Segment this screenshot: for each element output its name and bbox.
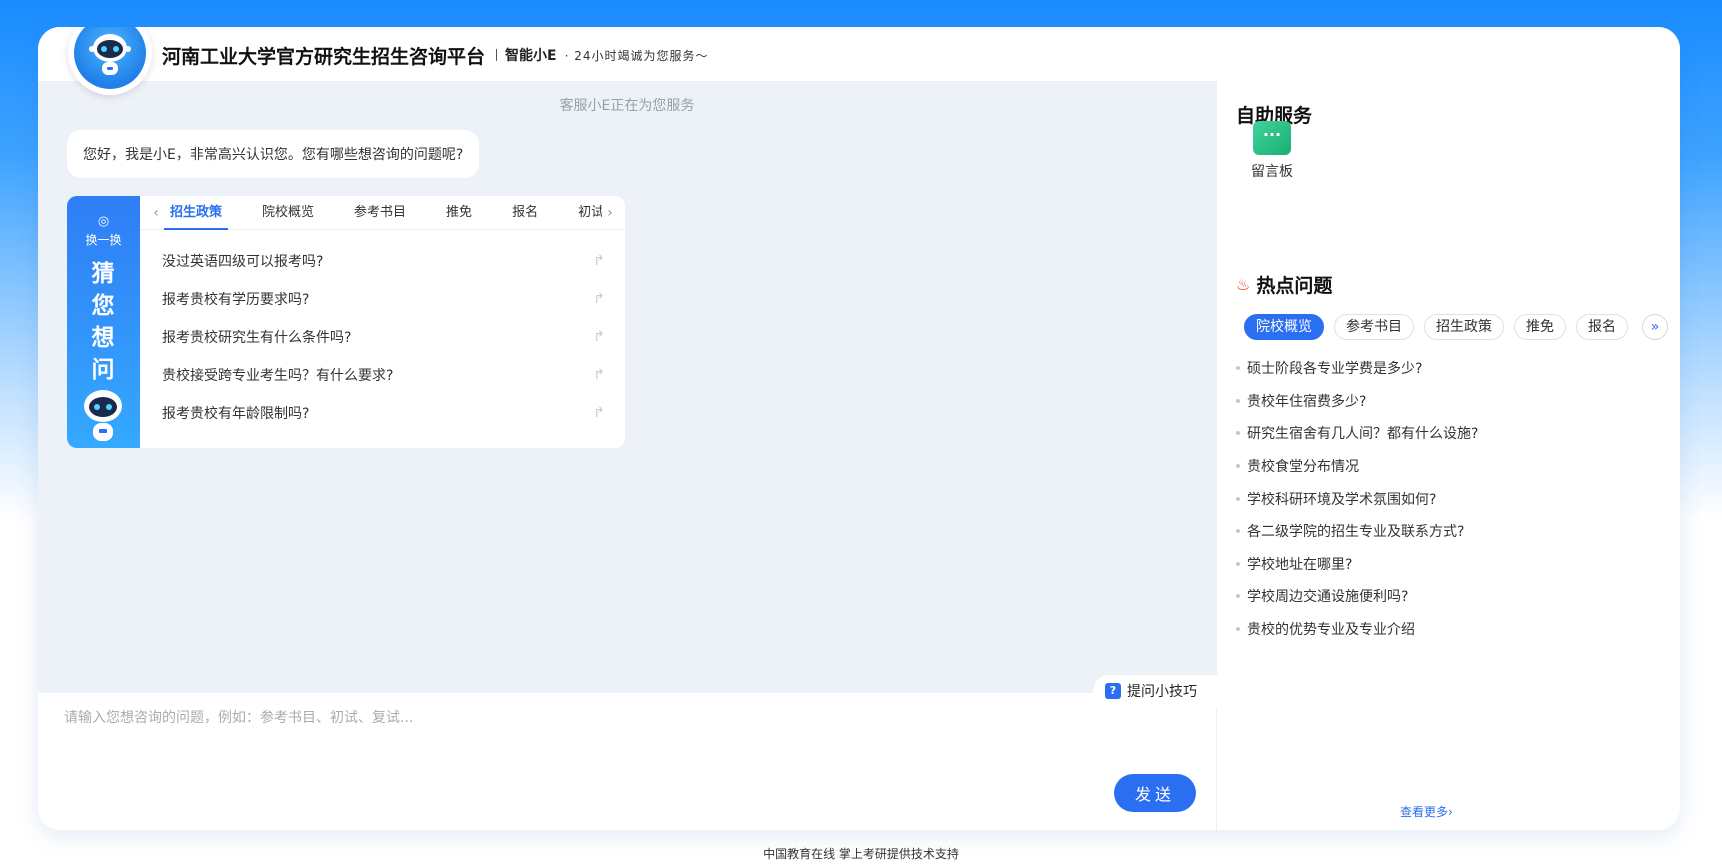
- view-more-link[interactable]: 查看更多›: [1400, 803, 1453, 820]
- hot-question-text: 贵校食堂分布情况: [1247, 459, 1359, 476]
- chevron-right-icon: ›: [1448, 805, 1453, 819]
- hot-question-list: 硕士阶段各专业学费是多少? 贵校年住宿费多少? 研究生宿舍有几人间？都有什么设施…: [1236, 352, 1656, 645]
- bullet: [1236, 496, 1240, 501]
- hot-question-item[interactable]: 学校科研环境及学术氛围如何?: [1236, 482, 1656, 515]
- tab-exam[interactable]: 初试: [558, 196, 602, 230]
- bullet: [1236, 529, 1240, 534]
- hot-question-text: 贵校年住宿费多少?: [1247, 393, 1367, 410]
- question-text: 报考贵校有年龄限制吗?: [162, 406, 310, 422]
- hot-question-item[interactable]: 学校地址在哪里?: [1236, 548, 1656, 581]
- view-more-label: 查看更多: [1400, 805, 1449, 819]
- question-input[interactable]: [64, 707, 1184, 777]
- tab-signup[interactable]: 报名: [492, 196, 558, 230]
- question-item[interactable]: 报考贵校有学历要求吗? ↱: [140, 280, 625, 318]
- brand-name: 智能小E: [505, 48, 557, 64]
- question-text: 没过英语四级可以报考吗?: [162, 254, 324, 270]
- greeting-bubble: 您好，我是小E，非常高兴认识您。您有哪些想咨询的问题呢?: [67, 130, 480, 178]
- hot-question-text: 硕士阶段各专业学费是多少?: [1247, 361, 1423, 378]
- help-icon: ?: [1105, 683, 1121, 699]
- robot-icon: [89, 34, 131, 75]
- question-tips-button[interactable]: ? 提问小技巧: [1093, 675, 1217, 707]
- bullet: [1236, 398, 1240, 403]
- question-text: 报考贵校有学历要求吗?: [162, 292, 310, 308]
- forward-icon: ↱: [593, 291, 605, 307]
- hot-question-item[interactable]: 贵校的优势专业及专业介绍: [1236, 613, 1656, 646]
- tab-overview[interactable]: 院校概览: [242, 196, 334, 230]
- divider: [496, 49, 497, 61]
- double-chevron-right-icon[interactable]: »: [1642, 314, 1668, 340]
- subtitle: 智能小E · 24小时竭诚为您服务～: [496, 45, 708, 65]
- input-area: 发送: [38, 693, 1216, 830]
- slogan: · 24小时竭诚为您服务～: [564, 48, 709, 63]
- hot-question-text: 研究生宿舍有几人间？都有什么设施?: [1247, 426, 1479, 443]
- hot-question-item[interactable]: 学校周边交通设施便利吗?: [1236, 580, 1656, 613]
- tab-strip: 招生政策 院校概览 参考书目 推免 报名 初试: [164, 196, 602, 230]
- question-list: 没过英语四级可以报考吗? ↱ 报考贵校有学历要求吗? ↱ 报考贵校研究生有什么条…: [140, 242, 625, 432]
- forward-icon: ↱: [593, 367, 605, 383]
- hot-tab-signup[interactable]: 报名: [1576, 314, 1628, 340]
- question-item[interactable]: 报考贵校有年龄限制吗? ↱: [140, 394, 625, 432]
- question-text: 贵校接受跨专业考生吗？有什么要求?: [162, 368, 394, 384]
- guess-title: 猜 您 想 问: [67, 258, 140, 386]
- bullet: [1236, 594, 1240, 599]
- fire-icon: ♨: [1236, 275, 1251, 294]
- forward-icon: ↱: [593, 329, 605, 345]
- hot-question-text: 各二级学院的招生专业及联系方式?: [1247, 524, 1465, 541]
- tips-label: 提问小技巧: [1127, 684, 1197, 700]
- guess-char: 猜: [91, 261, 116, 287]
- hot-tab-policy[interactable]: 招生政策: [1424, 314, 1504, 340]
- hot-tabs: 院校概览 参考书目 招生政策 推免 报名: [1244, 314, 1644, 340]
- guess-sidebar: ◎ 换一换 猜 您 想 问: [67, 196, 140, 448]
- question-item[interactable]: 没过英语四级可以报考吗? ↱: [140, 242, 625, 280]
- forward-icon: ↱: [593, 253, 605, 269]
- question-item[interactable]: 贵校接受跨专业考生吗？有什么要求? ↱: [140, 356, 625, 394]
- send-button[interactable]: 发送: [1114, 774, 1196, 812]
- guess-panel: ◎ 换一换 猜 您 想 问 ‹ 招生政策 院校概览 参考书目 推免 报名 初试 …: [67, 196, 625, 448]
- hot-tab-recommend[interactable]: 推免: [1514, 314, 1566, 340]
- hot-question-text: 学校科研环境及学术氛围如何?: [1247, 491, 1437, 508]
- guess-tabs: ‹ 招生政策 院校概览 参考书目 推免 报名 初试 ›: [140, 196, 625, 230]
- tab-books[interactable]: 参考书目: [334, 196, 426, 230]
- tab-recommend[interactable]: 推免: [426, 196, 492, 230]
- hot-question-text: 学校地址在哪里?: [1247, 556, 1353, 573]
- hot-tab-books[interactable]: 参考书目: [1334, 314, 1414, 340]
- question-text: 报考贵校研究生有什么条件吗?: [162, 330, 352, 346]
- hot-question-item[interactable]: 贵校食堂分布情况: [1236, 450, 1656, 483]
- consult-window: 河南工业大学官方研究生招生咨询平台 智能小E · 24小时竭诚为您服务～ 客服小…: [38, 27, 1680, 830]
- tab-next-icon[interactable]: ›: [602, 205, 618, 221]
- hot-title: ♨ 热点问题: [1236, 271, 1332, 298]
- header: 河南工业大学官方研究生招生咨询平台 智能小E · 24小时竭诚为您服务～: [38, 27, 1680, 95]
- right-sidebar: 自助服务 ··· 留言板 ♨ 热点问题 院校概览 参考书目 招生政策 推免 报名…: [1216, 81, 1680, 830]
- hot-question-item[interactable]: 硕士阶段各专业学费是多少?: [1236, 352, 1656, 385]
- service-note: 客服小E正在为您服务: [559, 98, 695, 114]
- bullet: [1236, 431, 1240, 436]
- tab-policy[interactable]: 招生政策: [164, 196, 229, 230]
- hot-title-label: 热点问题: [1256, 275, 1333, 297]
- chat-bubble-icon: ···: [1253, 121, 1291, 155]
- page-title: 河南工业大学官方研究生招生咨询平台: [162, 46, 486, 68]
- bullet: [1236, 366, 1240, 371]
- message-board-label: 留言板: [1251, 164, 1293, 180]
- bullet: [1236, 561, 1240, 566]
- hot-question-item[interactable]: 贵校年住宿费多少?: [1236, 385, 1656, 418]
- footer-credit: 中国教育在线 掌上考研提供技术支持: [763, 847, 959, 861]
- question-item[interactable]: 报考贵校研究生有什么条件吗? ↱: [140, 318, 625, 356]
- chat-panel: 客服小E正在为您服务 您好，我是小E，非常高兴认识您。您有哪些想咨询的问题呢? …: [38, 81, 1216, 693]
- robot-mascot-icon: [84, 390, 122, 441]
- forward-icon: ↱: [593, 405, 605, 421]
- tab-prev-icon[interactable]: ‹: [148, 205, 164, 221]
- hot-question-text: 贵校的优势专业及专业介绍: [1247, 622, 1415, 639]
- refresh-label: 换一换: [85, 233, 122, 247]
- bullet: [1236, 627, 1240, 632]
- hot-tab-overview[interactable]: 院校概览: [1244, 314, 1324, 340]
- hot-question-item[interactable]: 各二级学院的招生专业及联系方式?: [1236, 515, 1656, 548]
- hot-question-text: 学校周边交通设施便利吗?: [1247, 589, 1409, 606]
- hot-question-item[interactable]: 研究生宿舍有几人间？都有什么设施?: [1236, 417, 1656, 450]
- bullet: [1236, 464, 1240, 469]
- message-board-button[interactable]: ··· 留言板: [1247, 121, 1297, 181]
- guess-char: 您: [91, 293, 116, 319]
- guess-char: 想: [91, 325, 116, 351]
- refresh-button[interactable]: ◎ 换一换: [67, 214, 140, 248]
- refresh-icon: ◎: [97, 214, 110, 229]
